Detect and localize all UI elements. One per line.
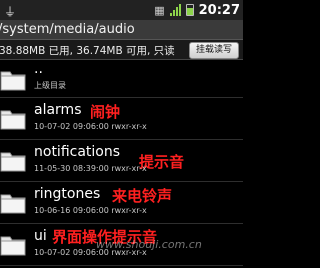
item-name: alarms (34, 102, 82, 118)
battery-icon (185, 4, 194, 16)
item-annotation: 闹钟 (90, 103, 121, 121)
list-item-ringtones[interactable]: ringtones 来电铃声 10-06-16 09:06:00 rwxr-xr… (0, 182, 243, 224)
list-item-parent-directory[interactable]: .. 上级目录 (0, 60, 243, 98)
folder-icon (0, 152, 26, 172)
item-annotation: 来电铃声 (112, 187, 173, 205)
usb-icon: ⏚ (4, 5, 17, 19)
status-time: 20:27 (198, 2, 240, 18)
file-list: .. 上级目录 alarms 闹钟 10-07-02 09:06:00 rwxr… (0, 60, 243, 266)
list-item-alarms[interactable]: alarms 闹钟 10-07-02 09:06:00 rwxr-xr-x (0, 98, 243, 140)
path-bar: /system/media/audio (0, 20, 243, 40)
item-name: notifications (34, 144, 121, 160)
watermark: www.shouji.com.cn (96, 238, 202, 251)
status-bar: ⏚ ▦ 20:27 (0, 0, 243, 20)
item-name: ringtones (34, 186, 101, 202)
storage-info-text: 38.88MB 已用, 36.74MB 可用, 只读 (0, 45, 175, 57)
item-meta: 10-06-16 09:06:00 rwxr-xr-x (34, 206, 147, 215)
item-meta: 上级目录 (34, 81, 66, 90)
folder-icon (0, 71, 26, 91)
item-meta: 11-05-30 08:39:00 rwxr-xr-x (34, 164, 147, 173)
folder-icon (0, 236, 26, 256)
folder-icon (0, 194, 26, 214)
item-name: ui (34, 228, 47, 244)
folder-icon (0, 110, 26, 130)
list-item-notifications[interactable]: notifications 提示音 11-05-30 08:39:00 rwxr… (0, 140, 243, 182)
signal-strength-icon (169, 4, 181, 16)
current-path: /system/media/audio (0, 22, 135, 37)
storage-info-bar: 38.88MB 已用, 36.74MB 可用, 只读 挂载读写 (0, 40, 243, 60)
item-meta: 10-07-02 09:06:00 rwxr-xr-x (34, 122, 147, 131)
mount-read-write-button[interactable]: 挂载读写 (188, 42, 239, 59)
sim-card-icon: ▦ (154, 3, 165, 17)
item-name: .. (34, 61, 43, 77)
